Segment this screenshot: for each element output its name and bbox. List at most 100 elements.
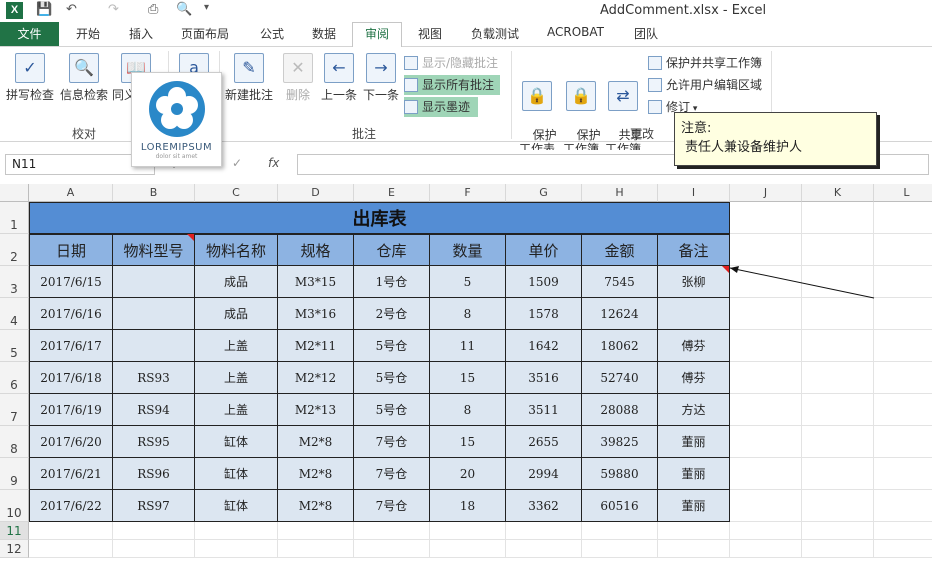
show-hide-comment-button[interactable]: 显示/隐藏批注	[404, 53, 504, 73]
row-header[interactable]: 11	[0, 522, 29, 540]
empty-cell[interactable]	[430, 540, 506, 558]
data-cell[interactable]: 缸体	[195, 426, 278, 458]
empty-cell[interactable]	[195, 522, 278, 540]
data-cell[interactable]: 董丽	[658, 490, 730, 522]
data-cell[interactable]: 2号仓	[354, 298, 430, 330]
header-cell[interactable]: 规格	[278, 234, 354, 266]
tab-page-layout[interactable]: 页面布局	[181, 25, 229, 42]
header-cell[interactable]: 备注	[658, 234, 730, 266]
data-cell[interactable]: 15	[430, 362, 506, 394]
empty-cell[interactable]	[730, 266, 802, 298]
empty-cell[interactable]	[506, 522, 582, 540]
header-cell[interactable]: 金额	[582, 234, 658, 266]
header-cell[interactable]: 仓库	[354, 234, 430, 266]
column-header[interactable]: K	[802, 184, 874, 202]
empty-cell[interactable]	[29, 522, 113, 540]
data-cell[interactable]: 缸体	[195, 458, 278, 490]
data-cell[interactable]: 52740	[582, 362, 658, 394]
empty-cell[interactable]	[430, 522, 506, 540]
data-cell[interactable]: 2017/6/20	[29, 426, 113, 458]
empty-cell[interactable]	[730, 362, 802, 394]
empty-cell[interactable]	[874, 298, 932, 330]
data-cell[interactable]: 1642	[506, 330, 582, 362]
data-cell[interactable]: 2017/6/22	[29, 490, 113, 522]
column-header[interactable]: I	[658, 184, 730, 202]
data-cell[interactable]: RS95	[113, 426, 195, 458]
data-cell[interactable]: 1号仓	[354, 266, 430, 298]
new-comment-button[interactable]: ✎ 新建批注	[222, 53, 276, 103]
header-cell[interactable]: 数量	[430, 234, 506, 266]
data-cell[interactable]: 傅芬	[658, 330, 730, 362]
tab-team[interactable]: 团队	[634, 25, 658, 42]
empty-cell[interactable]	[802, 298, 874, 330]
row-header[interactable]: 12	[0, 540, 29, 558]
empty-cell[interactable]	[113, 522, 195, 540]
show-all-comments-button[interactable]: 显示所有批注	[404, 75, 500, 95]
data-cell[interactable]: 15	[430, 426, 506, 458]
column-header[interactable]: H	[582, 184, 658, 202]
column-header[interactable]: F	[430, 184, 506, 202]
data-cell[interactable]: M2*8	[278, 490, 354, 522]
tab-load-test[interactable]: 负载测试	[471, 25, 519, 42]
empty-cell[interactable]	[29, 540, 113, 558]
row-header[interactable]: 2	[0, 234, 29, 266]
empty-cell[interactable]	[874, 362, 932, 394]
tab-home[interactable]: 开始	[76, 25, 100, 42]
data-cell[interactable]: 12624	[582, 298, 658, 330]
column-header[interactable]: G	[506, 184, 582, 202]
tab-file[interactable]: 文件	[0, 22, 59, 46]
data-cell[interactable]: RS96	[113, 458, 195, 490]
data-cell[interactable]: 28088	[582, 394, 658, 426]
data-cell[interactable]: 7号仓	[354, 458, 430, 490]
empty-cell[interactable]	[730, 490, 802, 522]
empty-cell[interactable]	[874, 522, 932, 540]
data-cell[interactable]: 傅芬	[658, 362, 730, 394]
data-cell[interactable]: 5号仓	[354, 362, 430, 394]
data-cell[interactable]: 2017/6/21	[29, 458, 113, 490]
data-cell[interactable]: 上盖	[195, 394, 278, 426]
data-cell[interactable]: 张柳	[658, 266, 730, 298]
tab-insert[interactable]: 插入	[129, 25, 153, 42]
data-cell[interactable]: M2*13	[278, 394, 354, 426]
print-preview-icon[interactable]: 🔍	[176, 2, 192, 17]
data-cell[interactable]: 方达	[658, 394, 730, 426]
protect-share-workbook-button[interactable]: 保护并共享工作簿	[648, 53, 766, 73]
empty-cell[interactable]	[506, 540, 582, 558]
empty-cell[interactable]	[802, 202, 874, 234]
data-cell[interactable]: M3*16	[278, 298, 354, 330]
data-cell[interactable]: 上盖	[195, 362, 278, 394]
data-cell[interactable]: RS97	[113, 490, 195, 522]
empty-cell[interactable]	[582, 522, 658, 540]
data-cell[interactable]: 7号仓	[354, 490, 430, 522]
column-header[interactable]: B	[113, 184, 195, 202]
header-cell[interactable]: 物料型号	[113, 234, 195, 266]
data-cell[interactable]: 2017/6/17	[29, 330, 113, 362]
empty-cell[interactable]	[802, 330, 874, 362]
embedded-logo-image[interactable]: LOREMIPSUM dolor sit amet	[131, 72, 222, 167]
empty-cell[interactable]	[658, 522, 730, 540]
empty-cell[interactable]	[278, 522, 354, 540]
data-cell[interactable]: RS94	[113, 394, 195, 426]
data-cell[interactable]: 2017/6/16	[29, 298, 113, 330]
data-cell[interactable]	[113, 266, 195, 298]
comment-box[interactable]: 注意: 责任人兼设备维护人	[674, 112, 877, 166]
row-header[interactable]: 5	[0, 330, 29, 362]
column-header[interactable]: C	[195, 184, 278, 202]
data-cell[interactable]: M2*8	[278, 458, 354, 490]
data-cell[interactable]: M3*15	[278, 266, 354, 298]
empty-cell[interactable]	[113, 540, 195, 558]
data-cell[interactable]: 3511	[506, 394, 582, 426]
empty-cell[interactable]	[802, 490, 874, 522]
data-cell[interactable]	[658, 298, 730, 330]
data-cell[interactable]: M2*8	[278, 426, 354, 458]
empty-cell[interactable]	[874, 490, 932, 522]
data-cell[interactable]: M2*12	[278, 362, 354, 394]
redo-icon[interactable]: ↷	[108, 2, 119, 17]
spell-check-button[interactable]: ✓ 拼写检查	[4, 53, 56, 103]
data-cell[interactable]: 60516	[582, 490, 658, 522]
row-header[interactable]: 6	[0, 362, 29, 394]
empty-cell[interactable]	[802, 266, 874, 298]
empty-cell[interactable]	[874, 266, 932, 298]
data-cell[interactable]: 20	[430, 458, 506, 490]
qat-customize-icon[interactable]: ▾	[204, 2, 209, 13]
